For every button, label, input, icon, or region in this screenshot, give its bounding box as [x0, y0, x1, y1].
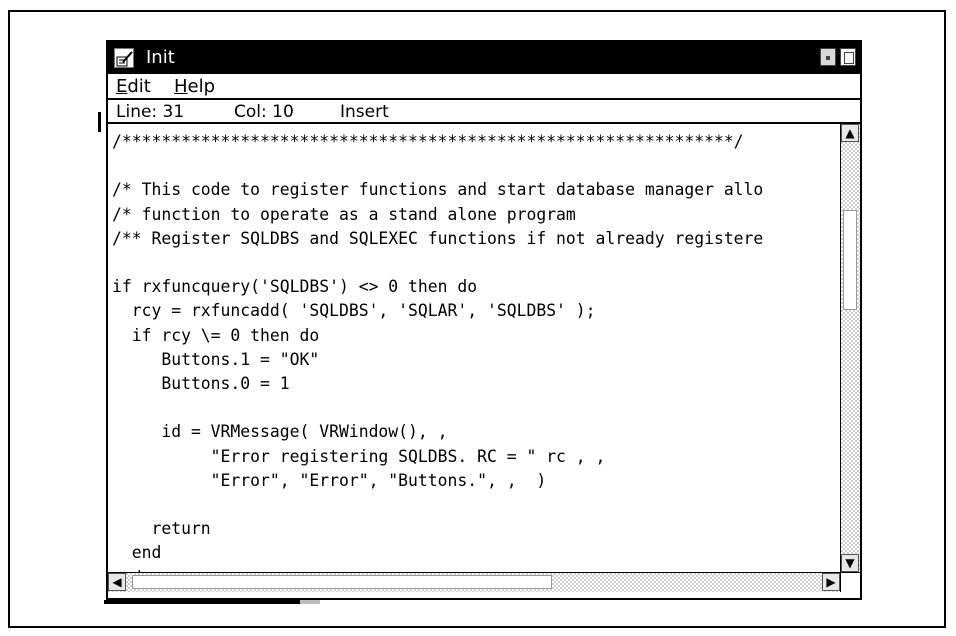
- code-editor[interactable]: /***************************************…: [108, 124, 838, 572]
- window-title: Init: [146, 47, 175, 68]
- status-mode: Insert: [340, 102, 389, 122]
- window-edge-mark: [98, 112, 101, 132]
- menu-edit-label: dit: [127, 76, 151, 97]
- horizontal-scrollbar[interactable]: ◀ ▶: [108, 572, 840, 592]
- status-line-number: Line: 31: [116, 102, 185, 122]
- window-shadow-tail: [300, 600, 320, 604]
- horizontal-scroll-thumb[interactable]: [132, 575, 552, 589]
- code-line: if rxfuncquery('SQLDBS') <> 0 then do: [112, 277, 478, 297]
- code-line: id = VRMessage( VRWindow(), ,: [112, 422, 448, 442]
- code-line: /* This code to register functions and s…: [112, 180, 764, 200]
- editor-window: Init Edit Help Line: 31 Col: 10 Insert /…: [106, 40, 862, 600]
- code-line: /***************************************…: [112, 132, 744, 151]
- menu-edit-mnemonic: E: [116, 76, 128, 97]
- scroll-left-arrow-icon[interactable]: ◀: [108, 573, 126, 591]
- menu-help[interactable]: Help: [170, 74, 219, 100]
- menu-help-label: elp: [187, 76, 216, 97]
- code-line: if rcy \= 0 then do: [112, 325, 320, 345]
- menu-edit[interactable]: Edit: [112, 74, 155, 100]
- code-line: /** Register SQLDBS and SQLEXEC function…: [112, 228, 764, 248]
- scroll-right-arrow-icon[interactable]: ▶: [822, 573, 840, 591]
- code-line: end: [112, 543, 162, 563]
- code-text: /***************************************…: [112, 130, 763, 572]
- vertical-scrollbar[interactable]: ▲ ▼: [840, 124, 860, 572]
- menu-help-mnemonic: H: [174, 76, 188, 97]
- code-line: "Error", "Error", "Buttons.", , ): [112, 470, 547, 490]
- title-bar[interactable]: Init: [108, 42, 860, 74]
- minimize-icon[interactable]: [820, 48, 836, 66]
- vertical-scroll-thumb[interactable]: [843, 210, 857, 310]
- code-line: /* function to operate as a stand alone …: [112, 204, 576, 224]
- code-line: rcy = rxfuncadd( 'SQLDBS', 'SQLAR', 'SQL…: [112, 301, 596, 321]
- system-menu-icon[interactable]: [114, 48, 134, 68]
- menu-bar: Edit Help: [108, 74, 860, 100]
- code-line: "Error registering SQLDBS. RC = " rc , ,: [112, 446, 606, 466]
- status-line: Line: 31 Col: 10 Insert: [108, 100, 860, 124]
- window-shadow-bar: [104, 600, 300, 604]
- maximize-icon[interactable]: [840, 48, 856, 66]
- scrollbar-corner: [840, 572, 860, 592]
- scroll-up-arrow-icon[interactable]: ▲: [841, 124, 859, 142]
- code-line: return: [112, 519, 211, 539]
- code-line: Buttons.0 = 1: [112, 374, 290, 394]
- code-line: Buttons.1 = "OK": [112, 349, 320, 369]
- status-column-number: Col: 10: [234, 102, 294, 122]
- scroll-down-arrow-icon[interactable]: ▼: [841, 554, 859, 572]
